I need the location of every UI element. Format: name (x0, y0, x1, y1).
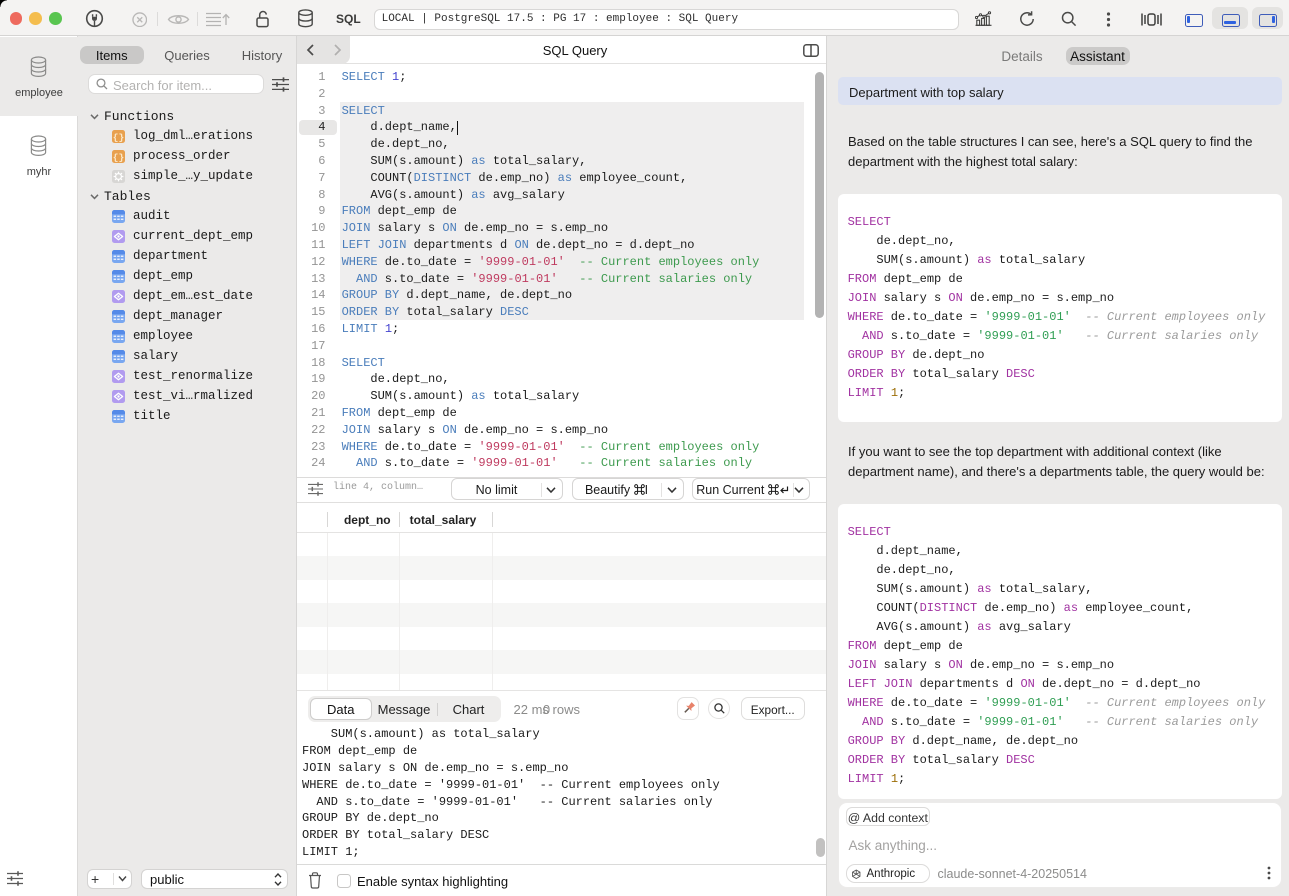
svg-text:{}: {} (113, 131, 124, 142)
svg-text:{}: {} (113, 151, 124, 162)
